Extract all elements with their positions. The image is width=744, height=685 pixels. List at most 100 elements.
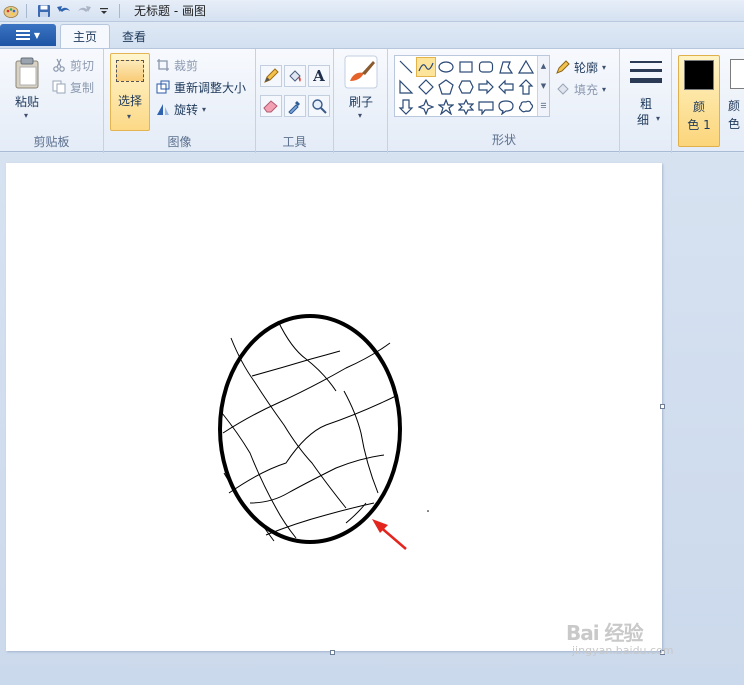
color2-label-line2: 色 <box>728 117 741 131</box>
fill-button[interactable]: 填充 ▾ <box>556 79 606 99</box>
chevron-down-icon: ▼ <box>33 30 41 40</box>
chevron-down-icon: ▾ <box>127 112 132 121</box>
rotate-button[interactable]: 旋转 ▾ <box>156 99 206 119</box>
baidu-watermark: Bai 经验 jingyan.baidu.com <box>566 617 674 657</box>
grid-line <box>277 320 337 392</box>
tools-group: A 工具 <box>256 49 334 153</box>
ellipse-outline <box>218 314 402 544</box>
scroll-up-icon[interactable]: ▲ <box>541 62 546 70</box>
crop-button[interactable]: 裁剪 <box>156 55 198 75</box>
resize-handle-right[interactable] <box>660 404 665 409</box>
hexagon-icon <box>458 80 474 94</box>
pencil-tool[interactable] <box>260 65 282 87</box>
select-label: 选择 <box>117 94 142 108</box>
color-picker-tool[interactable] <box>284 95 306 117</box>
line-width-icon <box>630 61 662 83</box>
tools-group-label: 工具 <box>282 135 307 149</box>
chevron-down-icon: ▾ <box>24 111 29 120</box>
menu-icon <box>15 30 30 40</box>
oval-callout-icon <box>498 100 514 115</box>
qat-separator <box>119 3 120 18</box>
text-tool[interactable]: A <box>308 65 330 87</box>
shape-oval[interactable] <box>436 57 456 77</box>
shape-right-arrow[interactable] <box>476 77 496 97</box>
diamond-icon <box>418 79 434 95</box>
cut-label: 剪切 <box>70 58 95 73</box>
color2-button[interactable]: 颜 色 <box>724 55 744 147</box>
eraser-tool[interactable] <box>260 95 282 117</box>
pentagon-icon <box>438 79 454 95</box>
left-arrow-icon <box>498 79 514 95</box>
text-icon: A <box>313 67 325 85</box>
paste-button[interactable]: 粘贴 ▾ <box>10 55 44 125</box>
magnifier-tool[interactable] <box>308 95 330 117</box>
paint-app-icon[interactable] <box>2 2 20 20</box>
qat-separator <box>26 3 27 18</box>
right-arrow-icon <box>478 79 494 95</box>
shapes-gallery-scrollbar[interactable]: ▲ ▼ ☰ <box>537 56 549 116</box>
line-icon <box>399 60 413 74</box>
ribbon-tab-row: ▼ 主页 查看 <box>0 22 744 48</box>
red-arrow <box>372 519 407 550</box>
tab-view[interactable]: 查看 <box>110 24 158 48</box>
shape-five-point-star[interactable] <box>436 97 456 117</box>
paint-menu-button[interactable]: ▼ <box>0 24 56 46</box>
grid-curves <box>221 320 399 542</box>
fill-icon <box>557 83 569 95</box>
curve-icon <box>418 62 434 72</box>
shape-triangle[interactable] <box>516 57 536 77</box>
size-button[interactable]: 粗 细 ▾ <box>628 55 664 135</box>
resize-handle-bottom[interactable] <box>330 650 335 655</box>
shape-rect-callout[interactable] <box>476 97 496 117</box>
shape-hexagon[interactable] <box>456 77 476 97</box>
shape-right-triangle[interactable] <box>396 77 416 97</box>
grid-line <box>251 350 341 377</box>
tab-home[interactable]: 主页 <box>60 24 111 48</box>
brushes-button[interactable]: 刷子 ▾ <box>342 55 380 125</box>
brush-icon <box>344 55 378 89</box>
shape-curve[interactable] <box>416 57 436 77</box>
select-button[interactable]: 选择 ▾ <box>110 53 150 131</box>
fill-tool[interactable] <box>284 65 306 87</box>
image-group-label: 图像 <box>167 135 192 149</box>
redo-icon[interactable] <box>75 2 93 20</box>
chevron-down-icon: ▾ <box>602 84 607 94</box>
resize-button[interactable]: 重新调整大小 <box>156 77 246 97</box>
triangle-icon <box>518 59 534 74</box>
shape-rectangle[interactable] <box>456 57 476 77</box>
shape-cloud-callout[interactable] <box>516 97 536 117</box>
shape-six-point-star[interactable] <box>456 97 476 117</box>
save-icon[interactable] <box>35 2 53 20</box>
clipboard-group: 粘贴 ▾ 剪切 复制 剪贴板 <box>0 49 104 153</box>
title-bar: 无标题 - 画图 <box>0 0 744 22</box>
rectangle-icon <box>459 61 473 73</box>
shapes-group-label: 形状 <box>491 133 516 147</box>
shape-oval-callout[interactable] <box>496 97 516 117</box>
customize-qat-icon[interactable] <box>95 2 113 20</box>
shape-rounded-rectangle[interactable] <box>476 57 496 77</box>
color1-button[interactable]: 颜 色 1 <box>678 55 720 147</box>
shape-polygon[interactable] <box>496 57 516 77</box>
copy-icon <box>52 80 66 94</box>
shape-left-arrow[interactable] <box>496 77 516 97</box>
copy-button[interactable]: 复制 <box>52 77 94 97</box>
shape-line[interactable] <box>396 57 416 77</box>
shape-down-arrow[interactable] <box>396 97 416 117</box>
shape-up-arrow[interactable] <box>516 77 536 97</box>
outline-brush-icon <box>556 60 570 74</box>
shape-diamond[interactable] <box>416 77 436 97</box>
cut-button[interactable]: 剪切 <box>52 55 94 75</box>
outline-button[interactable]: 轮廓 ▾ <box>556 57 606 77</box>
canvas-workspace <box>0 153 744 685</box>
window-title: 无标题 - 画图 <box>134 4 206 18</box>
expand-gallery-icon[interactable]: ☰ <box>540 102 546 110</box>
five-point-star-icon <box>438 99 454 115</box>
select-icon <box>116 60 144 82</box>
drawing-canvas[interactable] <box>6 163 662 651</box>
undo-icon[interactable] <box>55 2 73 20</box>
shape-four-point-star[interactable] <box>416 97 436 117</box>
eraser-icon <box>263 100 278 113</box>
scroll-down-icon[interactable]: ▼ <box>541 82 546 90</box>
shape-pentagon[interactable] <box>436 77 456 97</box>
brushes-group: 刷子 ▾ <box>334 49 388 153</box>
